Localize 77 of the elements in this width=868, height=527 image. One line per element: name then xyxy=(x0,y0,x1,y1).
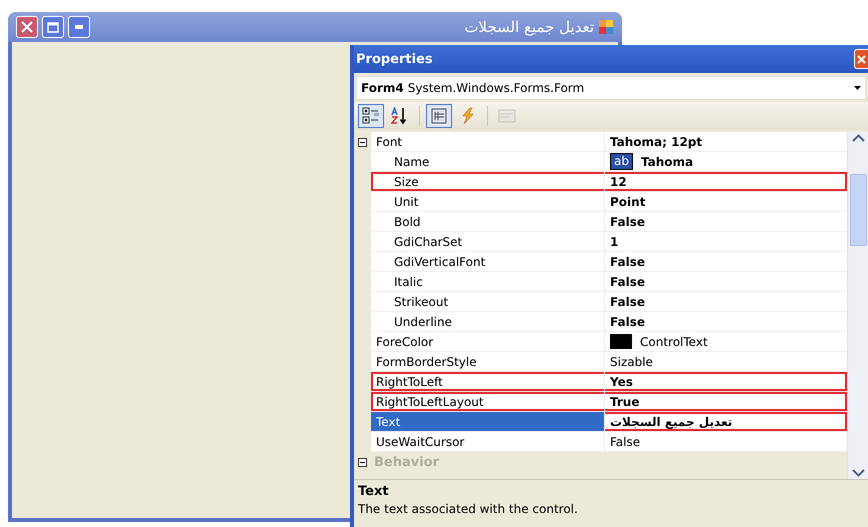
property-pages-icon xyxy=(498,107,516,125)
scroll-thumb[interactable] xyxy=(850,174,866,246)
application-icon xyxy=(598,19,614,35)
property-value: 12 xyxy=(610,174,627,188)
property-value: Tahoma xyxy=(640,154,694,168)
property-row[interactable]: RightToLeftLayout True xyxy=(371,392,847,412)
property-name: FormBorderStyle xyxy=(375,354,477,368)
object-dropdown[interactable]: Form4 System.Windows.Forms.Form xyxy=(356,76,866,100)
maximize-icon xyxy=(47,22,59,32)
collapse-icon[interactable] xyxy=(358,458,367,466)
property-row[interactable]: GdiCharSet 1 xyxy=(371,232,847,252)
property-name: Underline xyxy=(393,314,452,328)
description-text: The text associated with the control. xyxy=(358,502,579,516)
object-name: Form4 xyxy=(361,81,404,95)
property-name: Size xyxy=(393,174,419,188)
close-button[interactable] xyxy=(854,49,868,69)
property-name: RightToLeft xyxy=(375,374,443,388)
property-name: ForeColor xyxy=(375,334,434,348)
property-list-icon xyxy=(430,107,448,125)
window-title: تعديل جميع السجلات xyxy=(464,18,594,36)
property-value: False xyxy=(610,214,645,228)
dropdown-arrow-icon[interactable] xyxy=(854,86,861,90)
property-name: Text xyxy=(375,414,400,428)
properties-button[interactable] xyxy=(426,104,452,128)
property-name: GdiCharSet xyxy=(393,234,462,248)
property-value: False xyxy=(610,254,645,268)
scroll-down-icon[interactable] xyxy=(852,469,864,477)
scrollbar[interactable] xyxy=(847,132,868,479)
property-value: Sizable xyxy=(610,354,653,368)
property-value: Yes xyxy=(610,374,633,388)
property-row[interactable]: ForeColor ControlText xyxy=(371,332,847,352)
property-value: False xyxy=(610,314,645,328)
property-row[interactable]: FormBorderStyle Sizable xyxy=(371,352,847,372)
property-value: 1 xyxy=(610,234,618,248)
minimize-icon xyxy=(75,25,83,29)
close-button[interactable] xyxy=(16,16,38,38)
property-value: False xyxy=(610,434,640,448)
property-row[interactable]: Bold False xyxy=(371,212,847,232)
property-value: False xyxy=(610,294,645,308)
description-title: Text xyxy=(358,484,390,499)
property-row[interactable]: UseWaitCursor False xyxy=(371,432,847,452)
property-value: Point xyxy=(610,194,646,208)
property-row[interactable]: Size 12 xyxy=(371,172,847,192)
maximize-button[interactable] xyxy=(42,16,64,38)
property-value: Tahoma; 12pt xyxy=(610,134,702,148)
property-name: Strikeout xyxy=(393,294,448,308)
property-name: UseWaitCursor xyxy=(375,434,464,448)
property-row[interactable]: Name ab Tahoma xyxy=(371,152,847,172)
property-name: Bold xyxy=(393,214,421,228)
scroll-up-icon[interactable] xyxy=(852,134,864,142)
property-name: RightToLeftLayout xyxy=(375,394,484,408)
property-row[interactable]: GdiVerticalFont False xyxy=(371,252,847,272)
property-name: Unit xyxy=(393,194,418,208)
panel-title: Properties xyxy=(356,52,434,66)
categorized-icon xyxy=(362,107,380,125)
property-name: Name xyxy=(393,154,430,168)
close-icon xyxy=(21,21,33,33)
minimize-button[interactable] xyxy=(68,16,90,38)
property-row[interactable]: Underline False xyxy=(371,312,847,332)
sort-icon xyxy=(391,107,409,125)
property-value: تعديل جميع السجلات xyxy=(610,414,732,428)
close-icon xyxy=(857,54,866,64)
font-preview: ab xyxy=(610,153,633,170)
categorized-button[interactable] xyxy=(358,104,384,128)
property-value: ControlText xyxy=(640,334,708,348)
property-value: True xyxy=(610,394,640,408)
property-row[interactable]: Font Tahoma; 12pt xyxy=(371,132,847,152)
property-name: Italic xyxy=(393,274,423,288)
property-row[interactable]: RightToLeft Yes xyxy=(371,372,847,392)
collapse-icon[interactable] xyxy=(358,138,367,146)
property-row[interactable]: Italic False xyxy=(371,272,847,292)
property-name: GdiVerticalFont xyxy=(393,254,486,268)
object-type: System.Windows.Forms.Form xyxy=(408,81,586,95)
property-row[interactable]: Unit Point xyxy=(371,192,847,212)
property-row[interactable]: Strikeout False xyxy=(371,292,847,312)
property-value: False xyxy=(610,274,645,288)
property-name: Font xyxy=(375,134,402,148)
